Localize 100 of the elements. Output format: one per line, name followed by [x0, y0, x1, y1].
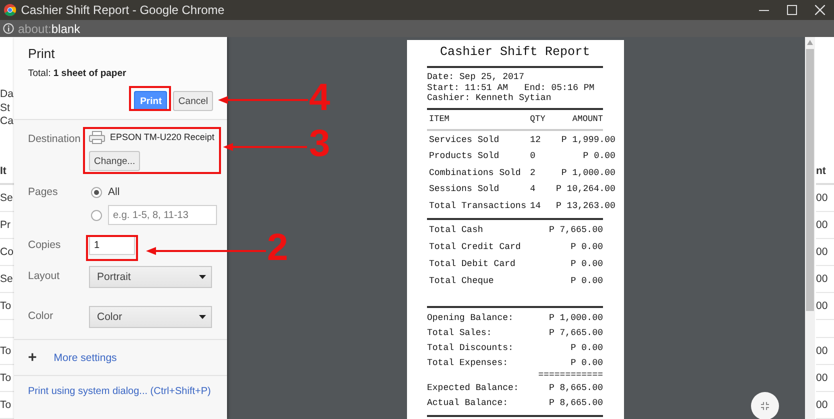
table-cell: To: [0, 372, 12, 384]
amount: P 1,000.00: [560, 166, 616, 180]
amount: P 0.00: [570, 342, 603, 355]
summary-label: Total Discounts:: [427, 342, 514, 355]
item-name: Total Transactions: [429, 200, 528, 212]
layout-select[interactable]: Portrait: [89, 266, 212, 288]
amount: P 7,665.00: [548, 327, 603, 340]
table-cell: 00: [816, 399, 828, 411]
shrink-icon: [760, 401, 770, 411]
annotation-box: [129, 86, 171, 111]
info-icon[interactable]: [3, 23, 14, 34]
radio-button[interactable]: [91, 186, 102, 198]
amount: P 13,263.00: [556, 200, 616, 212]
annotation-number: 3: [309, 125, 330, 163]
close-icon[interactable]: [815, 5, 825, 15]
table-cell: Co: [0, 246, 14, 258]
column-header: It: [0, 164, 6, 176]
table-cell: To: [0, 399, 12, 411]
amount: P 0.00: [582, 150, 616, 163]
column-header: AMOUNT: [571, 112, 603, 126]
payment-label: Total Credit Card: [429, 241, 521, 254]
receipt-line: Cashier: Kenneth Sytian: [427, 93, 552, 104]
scroll-thumb[interactable]: [806, 49, 814, 311]
summary-label: Opening Balance:: [427, 312, 514, 325]
payment-label: Total Cash: [429, 224, 484, 237]
maximize-icon[interactable]: [787, 5, 797, 15]
separator-line: ============: [538, 370, 603, 380]
column-header: nt: [816, 164, 826, 176]
table-cell: 00: [816, 192, 828, 204]
amount: P 8,665.00: [548, 397, 603, 410]
color-select[interactable]: Color: [89, 306, 212, 328]
item-name: Combinations Sold: [429, 166, 522, 180]
quantity: 14: [530, 200, 542, 212]
caret-icon: [199, 275, 206, 279]
table-cell: To: [0, 300, 12, 312]
fit-to-page-button[interactable]: [751, 392, 779, 419]
receipt-line: Date: Sep 25, 2017: [427, 72, 525, 82]
amount: P 0.00: [570, 241, 603, 254]
table-cell: 00: [816, 345, 828, 357]
annotation-box: [86, 235, 138, 261]
receipt-title: Cashier Shift Report: [438, 44, 592, 60]
receipt-line: Start: 11:51 AM End: 05:16 PM: [427, 82, 596, 93]
amount: P 8,665.00: [548, 382, 603, 395]
expand-icon[interactable]: +: [28, 349, 37, 366]
more-settings-link[interactable]: More settings: [54, 352, 117, 364]
column-header: ITEM: [429, 112, 450, 126]
balance-label: Actual Balance:: [427, 397, 508, 410]
table-cell: 00: [816, 300, 828, 312]
amount: P 0.00: [570, 258, 603, 271]
page-range-field[interactable]: e.g. 1-5, 8, 11-13: [108, 205, 217, 225]
amount: P 1,000.00: [548, 312, 603, 325]
quantity: 0: [530, 150, 536, 163]
quantity: 12: [530, 134, 542, 146]
column-header: QTY: [530, 112, 546, 126]
printer-name: EPSON TM-U220 Receipt: [110, 132, 214, 142]
table-cell: 00: [816, 218, 828, 230]
quantity: 2: [530, 166, 536, 180]
amount: P 1,999.00: [560, 134, 616, 146]
caret-icon: [199, 315, 206, 319]
table-cell: 00: [816, 272, 828, 284]
dialog-title: Print: [28, 46, 56, 61]
url-text[interactable]: about:blank: [18, 22, 80, 36]
field-label: Pages: [28, 185, 59, 200]
window-title: Cashier Shift Report - Google Chrome: [21, 3, 226, 17]
table-cell: Se: [0, 192, 13, 204]
radio-button[interactable]: [91, 210, 102, 220]
amount: P 0.00: [570, 357, 603, 370]
field-label: Copies: [28, 238, 62, 253]
sheet-count: Total: 1 sheet of paper: [28, 68, 128, 79]
table-cell: 00: [816, 246, 828, 258]
text-fragment: Da: [0, 88, 14, 100]
text-fragment: Ca: [0, 115, 14, 127]
quantity: 4: [530, 183, 536, 196]
system-dialog-link[interactable]: Print using system dialog... (Ctrl+Shift+P): [28, 386, 211, 397]
item-name: Products Sold: [429, 150, 500, 163]
table-cell: 00: [816, 372, 828, 384]
cancel-button[interactable]: Cancel: [173, 91, 213, 111]
text-fragment: St: [0, 102, 10, 114]
scrollbar[interactable]: [805, 37, 815, 419]
annotation-number: 4: [309, 79, 330, 117]
summary-label: Total Expenses:: [427, 357, 508, 370]
annotation-number: 2: [267, 229, 288, 267]
field-label: Color: [28, 309, 54, 324]
round-logo-icon: [4, 4, 16, 16]
copies-field[interactable]: 1: [89, 235, 135, 255]
field-label: Destination: [28, 132, 82, 147]
change-button[interactable]: Change...: [89, 151, 140, 171]
option-label: All: [108, 186, 120, 198]
table-cell: Se: [0, 272, 13, 284]
table-cell: Pr: [0, 218, 10, 230]
amount: P 10,264.00: [556, 183, 616, 196]
amount: P 7,665.00: [548, 224, 603, 237]
balance-label: Expected Balance:: [427, 382, 519, 395]
payment-label: Total Cheque: [429, 275, 494, 288]
printer-icon: [89, 130, 105, 144]
field-label: Layout: [28, 269, 61, 284]
item-name: Sessions Sold: [429, 183, 500, 196]
table-cell: To: [0, 345, 12, 357]
amount: P 0.00: [570, 275, 603, 288]
payment-label: Total Debit Card: [429, 258, 516, 271]
